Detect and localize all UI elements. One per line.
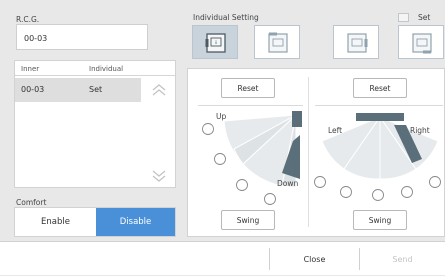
scroll-down-icon[interactable] [151, 169, 167, 183]
column-header-individual: Individual [89, 65, 124, 73]
vertical-position-1[interactable] [201, 122, 215, 136]
scroll-up-icon[interactable] [151, 83, 167, 97]
airflow-settings-panel: Reset Up Down Swing Reset Left Right Swi… [187, 68, 445, 237]
horizontal-position-4[interactable] [400, 185, 414, 199]
horizontal-position-5[interactable] [428, 175, 442, 189]
vertical-swing-button[interactable]: Swing [221, 210, 275, 230]
unit-button-4[interactable] [398, 25, 444, 59]
set-checkbox[interactable] [398, 13, 409, 22]
left-label: Left [328, 126, 343, 135]
unit-selector: ii [192, 25, 445, 61]
ceiling-unit-icon: ii [205, 33, 226, 53]
section-divider [308, 77, 309, 227]
svg-text:ii: ii [215, 40, 217, 45]
ceiling-unit-icon [412, 33, 432, 54]
down-label: Down [277, 179, 299, 188]
close-button[interactable]: Close [270, 242, 359, 276]
horizontal-position-2[interactable] [339, 185, 353, 199]
up-label: Up [216, 112, 227, 121]
unit-button-2[interactable] [254, 25, 300, 59]
vertical-reset-button[interactable]: Reset [221, 78, 275, 98]
set-checkbox-label: Set [418, 13, 431, 22]
ceiling-unit-icon [268, 32, 288, 53]
send-button[interactable]: Send [360, 242, 445, 276]
horizontal-divider [315, 105, 443, 106]
table-row[interactable]: 00-03 Set [15, 78, 141, 102]
row-individual-cell: Set [89, 85, 103, 94]
ceiling-unit-icon [347, 33, 368, 53]
enable-button[interactable]: Enable [15, 208, 96, 236]
vertical-position-3[interactable] [235, 178, 249, 192]
horizontal-position-1[interactable] [313, 175, 327, 189]
horizontal-position-3[interactable] [371, 188, 385, 202]
rcg-field[interactable]: 00-03 [16, 24, 148, 50]
individual-setting-label: Individual Setting [193, 13, 259, 22]
footer-bar: Close Send [0, 241, 445, 275]
disable-button[interactable]: Disable [96, 208, 175, 236]
column-header-inner: Inner [21, 65, 40, 73]
rcg-label: R.C.G. [16, 15, 40, 24]
unit-button-1[interactable]: ii [192, 25, 238, 59]
unit-button-3[interactable] [333, 25, 379, 59]
header-divider [15, 75, 175, 76]
horizontal-swing-button[interactable]: Swing [353, 210, 407, 230]
right-label: Right [410, 126, 430, 135]
unit-list-panel: Inner Individual 00-03 Set [14, 60, 176, 188]
vertical-position-4[interactable] [263, 192, 277, 206]
comfort-label: Comfort [16, 198, 47, 207]
vertical-divider [198, 105, 303, 106]
vertical-position-2[interactable] [213, 152, 227, 166]
horizontal-reset-button[interactable]: Reset [353, 78, 407, 98]
horizontal-louver-diagram [321, 113, 439, 180]
comfort-toggle: Enable Disable [14, 207, 176, 237]
row-inner-cell: 00-03 [21, 85, 45, 94]
